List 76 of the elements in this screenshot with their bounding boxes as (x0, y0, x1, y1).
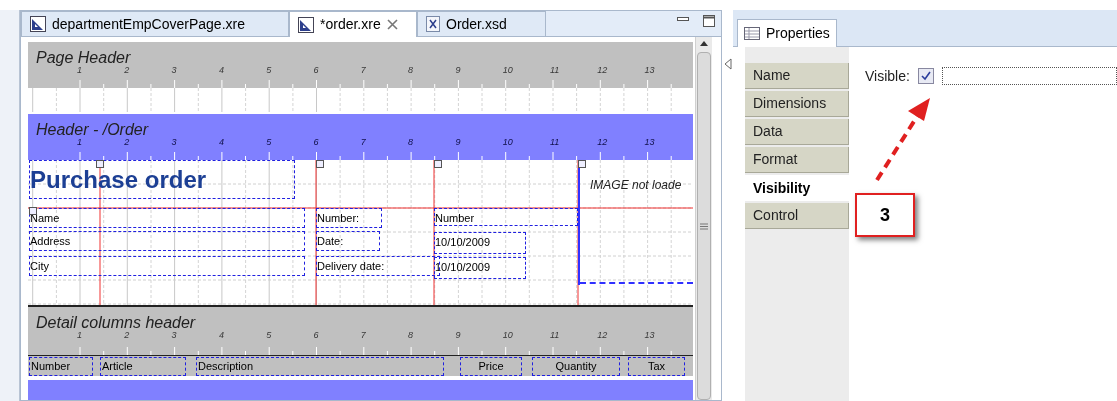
ruler-number: 13 (644, 331, 655, 340)
ruler-number: 8 (408, 66, 414, 75)
ruler-number: 1 (77, 138, 82, 147)
maximize-icon[interactable] (703, 15, 715, 27)
editor-tab[interactable]: departmentEmpCoverPage.xre (21, 11, 289, 36)
field-label: Address (29, 231, 305, 251)
field-value: 10/10/2009 (434, 232, 526, 254)
ruler-triangle-icon (30, 16, 46, 32)
close-icon[interactable] (386, 19, 398, 30)
anchor-marker (96, 160, 104, 168)
ruler-number: 3 (171, 66, 177, 75)
ruler-number: 4 (218, 66, 224, 75)
ruler-number: 7 (360, 138, 366, 147)
ruler-number: 13 (644, 66, 655, 75)
field-label: Visible: (865, 67, 910, 86)
ruler-number: 8 (408, 138, 414, 147)
table-icon (744, 27, 760, 40)
collapse-arrow-icon[interactable] (723, 58, 732, 70)
ruler-number: 5 (266, 66, 272, 75)
ruler-number: 4 (218, 331, 224, 340)
ruler-number: 2 (124, 331, 130, 340)
ruler-number: 10 (502, 66, 513, 75)
anchor-marker (578, 160, 586, 168)
anchor-marker (29, 207, 37, 215)
section-tab[interactable]: Dimensions (745, 91, 849, 117)
section-tab[interactable]: Name (745, 63, 849, 89)
field-label: City (29, 256, 305, 276)
ruler-number: 3 (171, 331, 177, 340)
ruler-number: 11 (550, 66, 560, 75)
ruler-number: 6 (313, 66, 319, 75)
ruler-number: 9 (455, 331, 461, 340)
checkmark-icon (920, 71, 931, 81)
anchor-marker (316, 160, 324, 168)
section-tab[interactable]: Format (745, 147, 849, 173)
field-value: 10/10/2009 (434, 257, 526, 279)
editor-tab[interactable]: Order.xsd (417, 11, 546, 36)
ruler-number: 12 (597, 66, 608, 75)
ruler-number: 12 (597, 331, 608, 340)
scrollbar[interactable] (695, 37, 712, 400)
visible-checkbox[interactable] (917, 68, 934, 84)
ruler-number: 9 (455, 138, 461, 147)
ruler-number: 2 (124, 66, 130, 75)
ruler-number: 2 (124, 138, 130, 147)
ruler-number: 8 (408, 331, 414, 340)
ruler-number: 13 (644, 138, 655, 147)
ruler-number: 10 (502, 331, 513, 340)
ruler-number: 7 (360, 66, 366, 75)
ruler-number: 6 (313, 138, 319, 147)
ruler-number: 3 (171, 138, 177, 147)
editor-tab[interactable]: *order.xre (289, 11, 417, 37)
section-tab[interactable]: Visibility (745, 175, 849, 201)
anchor-marker (434, 160, 442, 168)
ruler-number: 1 (77, 331, 82, 340)
ruler-number: 5 (266, 138, 272, 147)
ruler-number: 7 (360, 331, 366, 340)
ruler-number: 1 (77, 66, 82, 75)
ruler-number: 10 (502, 138, 513, 147)
placeholder-text: IMAGE not loade (590, 178, 682, 192)
ruler-number: 11 (550, 138, 560, 147)
ruler-number: 6 (313, 331, 319, 340)
section-tab[interactable]: Data (745, 119, 849, 145)
ruler-number: 11 (550, 331, 560, 340)
ruler-number: 4 (218, 138, 224, 147)
field-label: Number: (316, 208, 382, 228)
grip-icon (700, 222, 708, 230)
step-number-callout: 3 (855, 193, 915, 237)
ruler-triangle-icon (298, 16, 314, 33)
input-field[interactable] (941, 67, 1117, 85)
field-label: Date: (316, 231, 380, 251)
field-value: Number (434, 208, 578, 226)
ruler-number: 5 (266, 331, 272, 340)
document-x-icon (426, 16, 440, 32)
ruler-number: 12 (597, 138, 608, 147)
ruler-number: 9 (455, 66, 461, 75)
view-tab[interactable]: Properties (737, 19, 837, 47)
section-tab[interactable]: Control (745, 203, 849, 229)
